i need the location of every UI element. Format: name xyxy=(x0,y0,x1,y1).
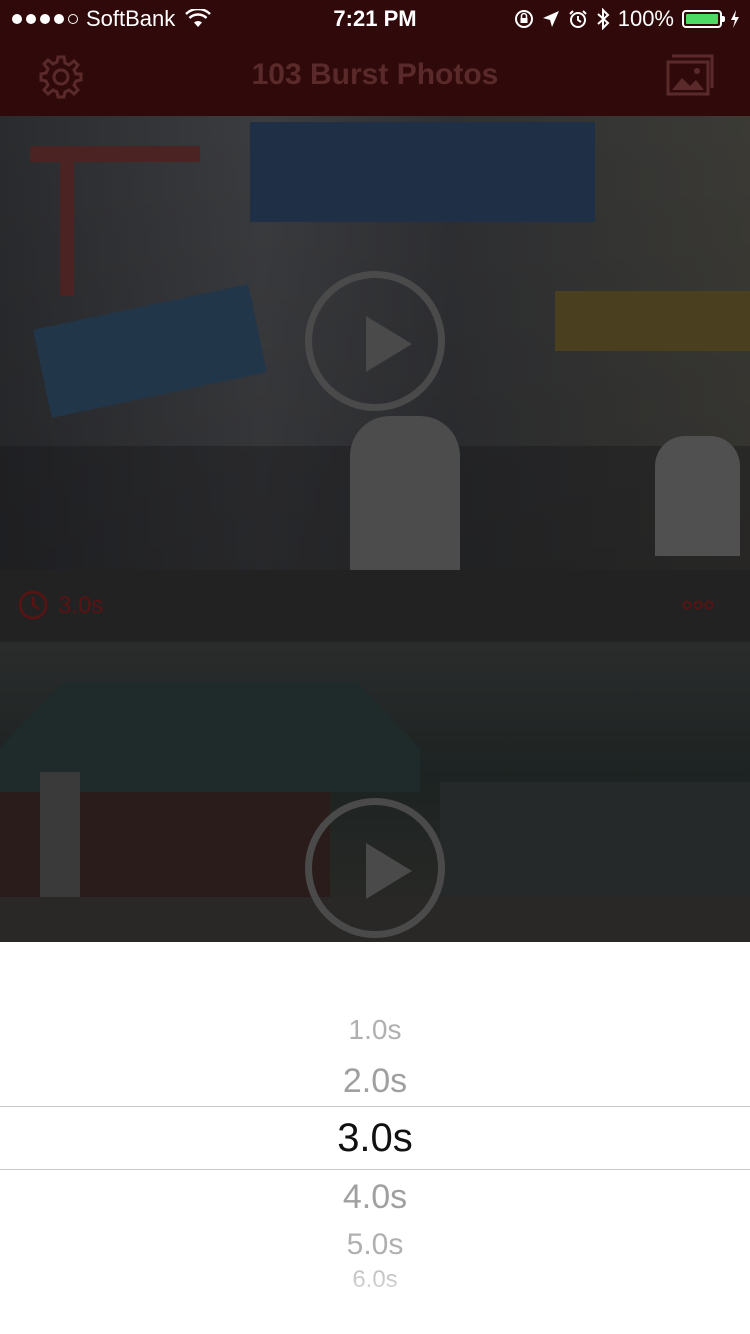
photo-info-bar xyxy=(0,570,750,642)
picker-option[interactable]: 2.0s xyxy=(0,1062,750,1101)
banner-sign xyxy=(250,122,595,222)
duration-label[interactable]: 3.0s xyxy=(58,592,103,620)
stall-canopy xyxy=(555,291,750,351)
torii-gate-post xyxy=(60,146,74,296)
photos-icon[interactable] xyxy=(666,54,714,96)
status-right-group: 100% xyxy=(514,6,740,32)
temple-banner xyxy=(40,772,80,902)
person-figure-right xyxy=(655,436,740,556)
torii-gate-top xyxy=(30,146,200,162)
play-button[interactable] xyxy=(305,798,445,938)
clock-icon xyxy=(18,590,48,620)
alarm-icon xyxy=(569,10,587,28)
location-icon xyxy=(542,11,559,27)
bluetooth-icon xyxy=(597,8,610,30)
picker-option[interactable]: 5.0s xyxy=(0,1228,750,1262)
picker-selection-bottom-line xyxy=(0,1169,750,1170)
burst-photo-preview[interactable] xyxy=(0,116,750,570)
person-figure xyxy=(350,416,460,570)
navigation-bar: 103 Burst Photos xyxy=(0,40,750,116)
picker-option[interactable]: 1.0s xyxy=(0,1014,750,1046)
play-button[interactable] xyxy=(305,271,445,411)
picker-fade xyxy=(0,1274,750,1334)
burst-photo-preview[interactable] xyxy=(0,642,750,942)
duration-picker[interactable]: 1.0s 2.0s 3.0s 4.0s 5.0s 6.0s xyxy=(0,942,750,1334)
battery-icon xyxy=(682,10,725,28)
charging-icon xyxy=(731,10,739,28)
rotation-lock-icon xyxy=(514,10,533,28)
battery-percent: 100% xyxy=(617,6,674,31)
stall-sign xyxy=(33,284,267,418)
status-bar: SoftBank 7:21 PM 100% xyxy=(0,0,750,40)
page-title: 103 Burst Photos xyxy=(251,58,499,91)
picker-option[interactable]: 4.0s xyxy=(0,1178,750,1217)
picker-selected-option[interactable]: 3.0s xyxy=(0,1116,750,1161)
picker-selection-top-line xyxy=(0,1106,750,1107)
more-icon[interactable] xyxy=(682,596,714,614)
